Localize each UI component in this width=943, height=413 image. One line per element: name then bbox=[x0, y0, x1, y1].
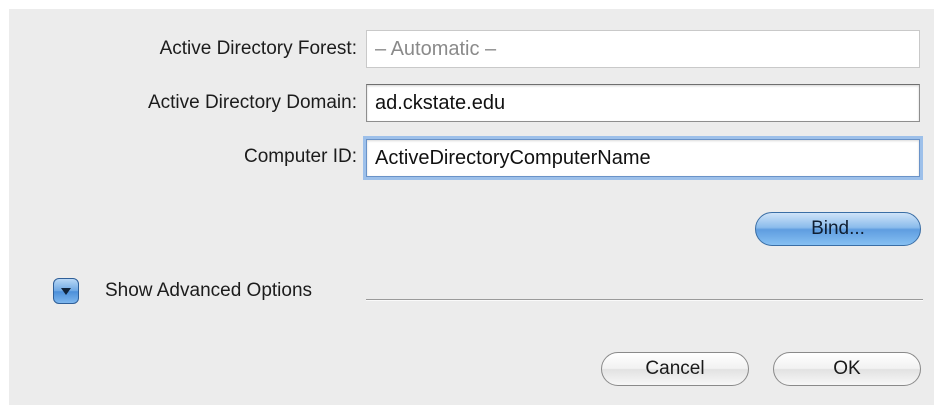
active-directory-dialog: Active Directory Forest: – Automatic – A… bbox=[9, 9, 934, 405]
forest-field[interactable]: – Automatic – bbox=[366, 30, 920, 68]
ok-button[interactable]: OK bbox=[773, 352, 921, 386]
forest-label: Active Directory Forest: bbox=[159, 38, 357, 59]
computer-id-row: Computer ID: bbox=[9, 137, 357, 177]
domain-field[interactable]: ad.ckstate.edu bbox=[366, 84, 920, 122]
show-advanced-toggle[interactable] bbox=[53, 278, 79, 304]
forest-placeholder: – Automatic – bbox=[375, 38, 497, 60]
domain-value: ad.ckstate.edu bbox=[375, 92, 506, 114]
bind-button[interactable]: Bind... bbox=[755, 212, 921, 246]
domain-label: Active Directory Domain: bbox=[147, 92, 357, 113]
show-advanced-label[interactable]: Show Advanced Options bbox=[105, 275, 312, 307]
computer-id-value: ActiveDirectoryComputerName bbox=[375, 147, 651, 169]
advanced-separator bbox=[366, 299, 923, 301]
forest-row: Active Directory Forest: bbox=[9, 29, 357, 69]
disclosure-triangle-down-icon bbox=[61, 288, 71, 295]
computer-id-label: Computer ID: bbox=[244, 146, 357, 167]
cancel-button[interactable]: Cancel bbox=[601, 352, 749, 386]
domain-row: Active Directory Domain: bbox=[9, 83, 357, 123]
computer-id-field[interactable]: ActiveDirectoryComputerName bbox=[366, 139, 920, 177]
